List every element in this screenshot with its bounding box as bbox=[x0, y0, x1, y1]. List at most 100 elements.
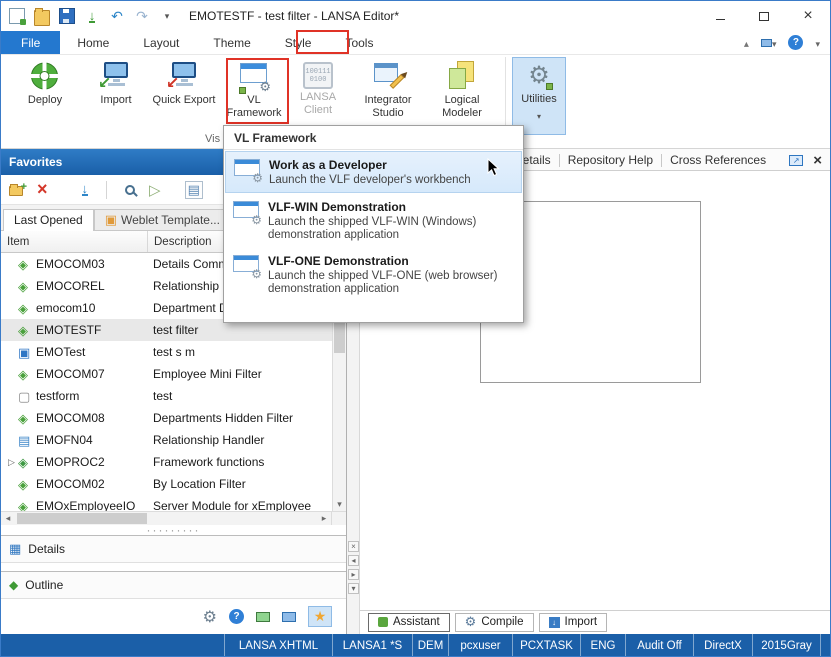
list-item[interactable]: EMOxEmployeeIOServer Module for xEmploye… bbox=[1, 495, 346, 511]
outline-icon bbox=[9, 578, 18, 592]
report-icon[interactable] bbox=[185, 181, 203, 199]
item-description: test filter bbox=[147, 323, 346, 337]
integrator-studio-button[interactable]: Integrator Studio bbox=[351, 57, 425, 120]
menu-item-vlf-win-demo[interactable]: VLF-WIN DemonstrationLaunch the shipped … bbox=[225, 194, 522, 247]
new-icon[interactable] bbox=[9, 8, 25, 24]
tab-weblet-templates[interactable]: Weblet Template... bbox=[94, 209, 231, 230]
logical-modeler-button[interactable]: Logical Modeler bbox=[425, 57, 499, 120]
splitter-left-icon[interactable] bbox=[348, 555, 359, 566]
outline-panel-bar[interactable]: Outline bbox=[1, 571, 346, 599]
tab-home[interactable]: Home bbox=[60, 31, 126, 54]
scroll-left-icon[interactable] bbox=[1, 512, 15, 525]
scroll-right-icon[interactable] bbox=[317, 512, 331, 525]
status-lang-code[interactable]: ENG bbox=[581, 634, 626, 657]
drag-handle-icon bbox=[147, 523, 201, 537]
settings-icon[interactable] bbox=[203, 607, 217, 627]
status-system[interactable]: LANSA1 *S bbox=[333, 634, 413, 657]
toolbar-separator bbox=[106, 181, 107, 199]
monitor-blue-icon[interactable] bbox=[282, 612, 296, 622]
splitter-down-icon[interactable] bbox=[348, 583, 359, 594]
list-item[interactable]: EMOCOM02 By Location Filter bbox=[1, 473, 346, 495]
float-panel-icon[interactable] bbox=[789, 155, 803, 166]
maximize-icon bbox=[759, 12, 769, 21]
maximize-button[interactable] bbox=[742, 1, 786, 31]
ribbon-group-label: Vis bbox=[205, 133, 220, 145]
run-icon[interactable] bbox=[149, 181, 161, 199]
item-name: EMOCOM02 bbox=[36, 477, 105, 491]
outline-panel-label: Outline bbox=[25, 578, 63, 592]
splitter-right-icon[interactable] bbox=[348, 569, 359, 580]
list-item[interactable]: EMOTesttest s m bbox=[1, 341, 346, 363]
open-folder-icon[interactable] bbox=[34, 10, 50, 26]
new-folder-icon[interactable] bbox=[9, 186, 23, 196]
status-theme[interactable]: 2015Gray bbox=[753, 634, 821, 657]
qat-menu-icon[interactable] bbox=[159, 8, 175, 24]
expander-icon[interactable] bbox=[5, 457, 18, 468]
details-panel-label: Details bbox=[28, 542, 65, 556]
status-language[interactable]: LANSA XHTML bbox=[225, 634, 333, 657]
tab-style[interactable]: Style bbox=[268, 31, 329, 54]
status-audit[interactable]: Audit Off bbox=[626, 634, 694, 657]
utilities-button[interactable]: Utilities bbox=[512, 57, 566, 135]
tab-repository-help[interactable]: Repository Help bbox=[560, 153, 661, 167]
save-icon[interactable] bbox=[59, 8, 75, 24]
item-icon bbox=[18, 302, 36, 315]
search-icon[interactable] bbox=[125, 185, 135, 195]
status-task[interactable]: PCXTASK bbox=[513, 634, 581, 657]
tab-assistant[interactable]: Assistant bbox=[368, 613, 450, 632]
list-item[interactable]: EMOCOM07Employee Mini Filter bbox=[1, 363, 346, 385]
checkin-icon[interactable] bbox=[84, 8, 100, 24]
help-small-icon[interactable] bbox=[229, 609, 244, 624]
scrollbar-thumb[interactable] bbox=[17, 513, 147, 524]
deploy-button[interactable]: Deploy bbox=[3, 57, 87, 107]
bottom-tool-icons bbox=[1, 599, 346, 634]
item-description: By Location Filter bbox=[147, 477, 346, 491]
redo-icon[interactable] bbox=[134, 8, 150, 24]
ribbon-tab-bar: File Home Layout Theme Style Tools bbox=[1, 31, 830, 55]
quick-access-toolbar bbox=[1, 7, 175, 26]
monitor-icon bbox=[761, 39, 772, 47]
column-header-item[interactable]: Item bbox=[1, 231, 147, 252]
minimize-button[interactable] bbox=[698, 1, 742, 31]
tab-file[interactable]: File bbox=[1, 31, 60, 54]
vl-framework-menu: VL Framework Work as a DeveloperLaunch t… bbox=[223, 125, 524, 323]
help-icon[interactable] bbox=[788, 35, 803, 50]
switch-window-icon[interactable] bbox=[761, 36, 777, 50]
lansa-client-button[interactable]: 100111 0100 LANSA Client bbox=[285, 57, 351, 117]
tab-tools[interactable]: Tools bbox=[328, 31, 390, 54]
collapse-ribbon-icon[interactable] bbox=[744, 36, 749, 50]
delete-icon[interactable] bbox=[37, 179, 48, 200]
import-favorite-icon[interactable] bbox=[82, 183, 89, 196]
tab-last-opened[interactable]: Last Opened bbox=[3, 209, 94, 231]
tab-layout[interactable]: Layout bbox=[126, 31, 196, 54]
scroll-down-icon[interactable] bbox=[333, 498, 346, 511]
tab-theme[interactable]: Theme bbox=[196, 31, 267, 54]
close-panel-icon[interactable] bbox=[813, 152, 822, 169]
list-item[interactable]: EMOCOM08Departments Hidden Filter bbox=[1, 407, 346, 429]
tab-import[interactable]: Import bbox=[539, 613, 608, 632]
quick-export-button[interactable]: ↙ Quick Export bbox=[145, 57, 223, 107]
details-panel-bar[interactable]: Details bbox=[1, 535, 346, 563]
item-name: EMOCOM03 bbox=[36, 257, 105, 271]
splitter-close-icon[interactable] bbox=[348, 541, 359, 552]
monitor-green-icon[interactable] bbox=[256, 612, 270, 622]
tab-cross-references[interactable]: Cross References bbox=[662, 153, 774, 167]
list-item[interactable]: EMOPROC2Framework functions bbox=[1, 451, 346, 473]
close-button[interactable] bbox=[786, 1, 830, 31]
item-icon bbox=[18, 280, 36, 293]
caret-down-icon[interactable] bbox=[815, 36, 820, 50]
undo-icon[interactable] bbox=[109, 8, 125, 24]
splitter-handle[interactable] bbox=[1, 525, 346, 535]
item-icon bbox=[18, 478, 36, 491]
menu-item-work-as-developer[interactable]: Work as a DeveloperLaunch the VLF develo… bbox=[225, 151, 522, 193]
item-name: EMOCOREL bbox=[36, 279, 105, 293]
status-user[interactable]: pcxuser bbox=[449, 634, 513, 657]
list-item[interactable]: EMOFN04Relationship Handler bbox=[1, 429, 346, 451]
tab-compile[interactable]: Compile bbox=[455, 613, 534, 632]
status-directx[interactable]: DirectX bbox=[694, 634, 753, 657]
favorites-star-button[interactable] bbox=[308, 606, 332, 627]
menu-item-vlf-one-demo[interactable]: VLF-ONE DemonstrationLaunch the shipped … bbox=[225, 248, 522, 301]
status-partition[interactable]: DEM bbox=[413, 634, 449, 657]
list-item[interactable]: testformtest bbox=[1, 385, 346, 407]
import-button[interactable]: ↙ Import bbox=[87, 57, 145, 107]
